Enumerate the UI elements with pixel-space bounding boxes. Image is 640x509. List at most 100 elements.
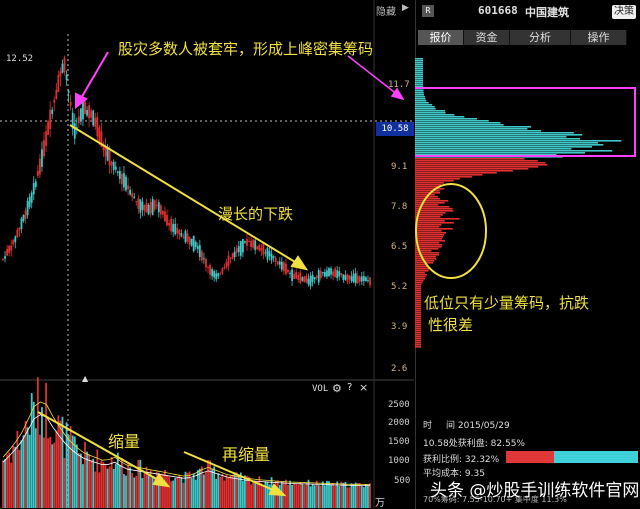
volume-bar bbox=[221, 474, 223, 508]
kline-chart-area[interactable]: 12.52 11.7 10.58 9.1 7.8 6.5 5.2 3.9 2.6… bbox=[0, 0, 414, 509]
chip-bar bbox=[415, 272, 425, 274]
volume-bar bbox=[178, 475, 180, 508]
candle-body bbox=[232, 253, 234, 259]
candle-body bbox=[283, 262, 285, 271]
candle-body bbox=[109, 151, 111, 166]
chip-bar bbox=[415, 124, 504, 126]
candle-body bbox=[281, 262, 283, 270]
chip-bar bbox=[415, 224, 441, 226]
candle-body bbox=[160, 205, 162, 214]
time-label: 时 bbox=[423, 418, 432, 431]
chip-bar bbox=[415, 294, 421, 296]
chip-bar bbox=[415, 250, 431, 252]
candle-body bbox=[16, 230, 18, 237]
scroll-arrow-icon[interactable]: ▶ bbox=[402, 3, 409, 13]
tab-analysis[interactable]: 分析 bbox=[510, 30, 571, 45]
hide-button[interactable]: 隐藏 bbox=[376, 3, 396, 18]
candle-body bbox=[252, 240, 254, 248]
candle-body bbox=[293, 274, 295, 279]
close-icon[interactable]: × bbox=[359, 381, 368, 394]
chip-bar bbox=[415, 330, 421, 332]
volume-bar bbox=[297, 484, 299, 508]
candle-body bbox=[39, 159, 41, 175]
volume-bar bbox=[349, 487, 351, 508]
candle-body bbox=[195, 242, 197, 247]
decide-button[interactable]: 决策 bbox=[612, 5, 636, 19]
volume-bar bbox=[2, 460, 4, 508]
candle-body bbox=[41, 149, 43, 167]
candle-body bbox=[82, 101, 84, 119]
candle-body bbox=[162, 211, 164, 215]
kline-chart-svg[interactable] bbox=[0, 0, 414, 509]
tab-quote[interactable]: 报价 bbox=[418, 30, 464, 45]
candle-body bbox=[98, 127, 100, 141]
y-tick-11.7: 11.7 bbox=[388, 80, 410, 90]
chip-bar bbox=[415, 94, 424, 96]
candle-body bbox=[33, 183, 35, 194]
volume-bar bbox=[64, 458, 66, 508]
volume-bar bbox=[49, 437, 51, 508]
high-price-label: 12.52 bbox=[6, 54, 33, 64]
volume-bar bbox=[127, 464, 129, 508]
volume-bar bbox=[103, 462, 105, 508]
candle-body bbox=[111, 162, 113, 166]
candle-body bbox=[158, 202, 160, 212]
candle-body bbox=[291, 269, 293, 280]
profit-line: 10.58处获利盘: 82.55% bbox=[423, 436, 525, 449]
chip-bar bbox=[415, 304, 421, 306]
candle-body bbox=[84, 101, 86, 114]
volume-bar bbox=[12, 446, 14, 508]
chip-bar bbox=[415, 316, 421, 318]
candle-body bbox=[262, 243, 264, 254]
candle-body bbox=[31, 192, 33, 202]
chip-bar bbox=[415, 270, 429, 272]
volume-bar bbox=[322, 481, 324, 508]
chip-bar bbox=[415, 122, 500, 124]
chip-bar bbox=[415, 282, 422, 284]
tab-funds[interactable]: 资金 bbox=[464, 30, 510, 45]
volume-bar bbox=[80, 454, 82, 508]
volume-bar bbox=[101, 460, 103, 508]
tab-operate[interactable]: 操作 bbox=[571, 30, 627, 45]
chip-bar bbox=[415, 104, 432, 106]
help-icon[interactable]: ? bbox=[347, 382, 352, 393]
candle-body bbox=[355, 273, 357, 283]
candle-body bbox=[90, 110, 92, 117]
candle-body bbox=[25, 210, 27, 218]
chip-bar bbox=[415, 96, 425, 98]
chip-bar bbox=[415, 148, 571, 150]
chip-bar bbox=[415, 186, 438, 188]
chip-bar bbox=[415, 74, 423, 76]
candle-body bbox=[306, 276, 308, 283]
chip-bar bbox=[415, 226, 439, 228]
chip-bar bbox=[415, 82, 423, 84]
candle-body bbox=[369, 277, 371, 285]
chip-bar bbox=[415, 274, 427, 276]
candle-body bbox=[43, 140, 45, 156]
volume-bar bbox=[53, 443, 55, 508]
annotation-vol-shrink-1: 缩量 bbox=[108, 428, 140, 452]
chip-bar bbox=[415, 134, 582, 136]
candle-body bbox=[224, 267, 226, 268]
candle-body bbox=[269, 251, 271, 256]
volume-bar bbox=[338, 486, 340, 508]
volume-bar bbox=[318, 485, 320, 508]
candle-body bbox=[363, 276, 365, 281]
chip-bar bbox=[415, 62, 423, 64]
candle-body bbox=[47, 121, 49, 135]
chip-bar bbox=[415, 230, 442, 232]
gear-icon[interactable]: ⚙ bbox=[332, 382, 342, 395]
chip-bar bbox=[415, 318, 421, 320]
candle-body bbox=[62, 64, 64, 73]
volume-bar bbox=[14, 447, 16, 508]
volume-bar bbox=[168, 477, 170, 508]
volume-bar bbox=[74, 437, 76, 508]
candle-body bbox=[135, 201, 137, 202]
chip-bar bbox=[415, 106, 435, 108]
chip-bar bbox=[415, 112, 446, 114]
candle-body bbox=[129, 190, 131, 195]
volume-bar bbox=[16, 431, 18, 508]
candle-body bbox=[275, 258, 277, 262]
volume-bar bbox=[125, 476, 127, 508]
chip-bar bbox=[415, 240, 445, 242]
